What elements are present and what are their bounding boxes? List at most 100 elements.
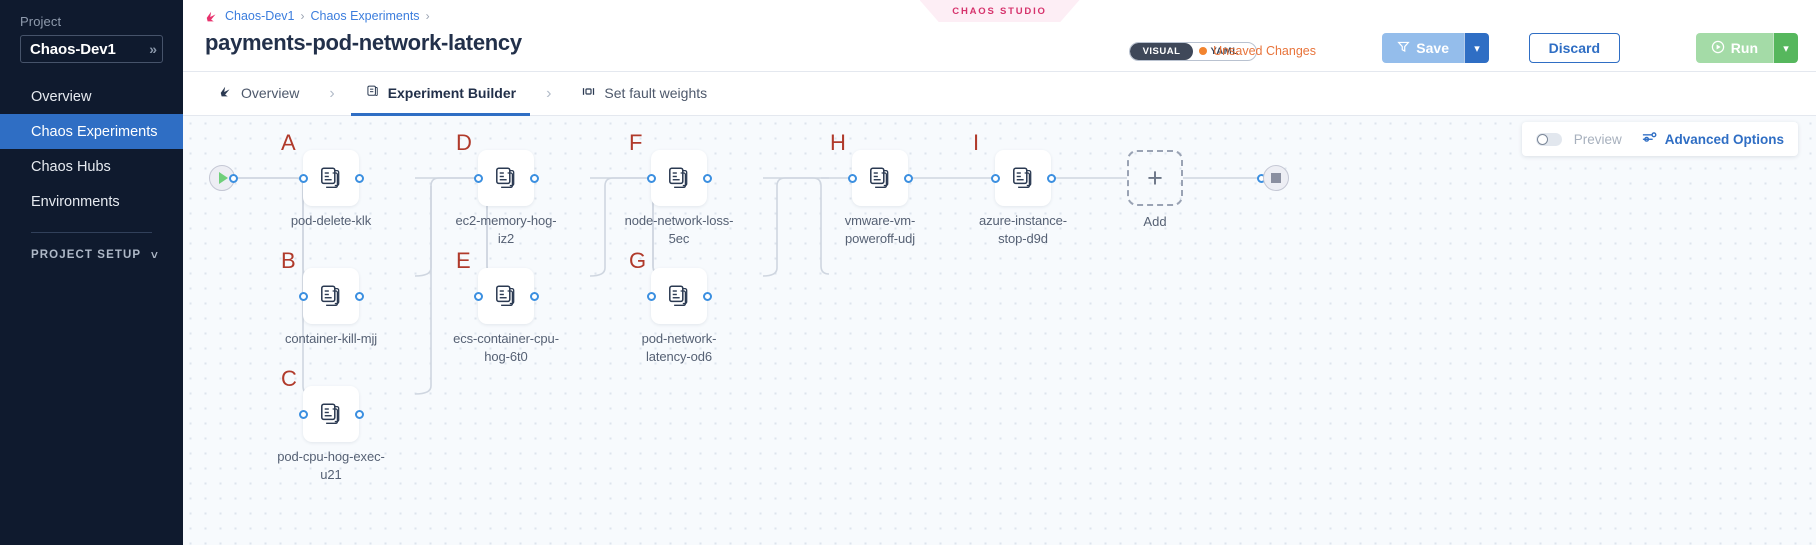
node-input-handle[interactable] (474, 292, 483, 301)
fault-node-f[interactable]: F node-network-loss-5ec (651, 150, 707, 206)
node-output-handle[interactable] (703, 174, 712, 183)
sidebar-item-environments[interactable]: Environments (0, 184, 183, 219)
sidebar-item-label: Chaos Experiments (31, 124, 158, 140)
breadcrumb-separator: › (300, 9, 304, 23)
node-input-handle[interactable] (647, 292, 656, 301)
sidebar: Project Chaos-Dev1 » Overview Chaos Expe… (0, 0, 183, 545)
fault-node-d[interactable]: D ec2-memory-hog-iz2 (478, 150, 534, 206)
breadcrumb-item-chaos-experiments[interactable]: Chaos Experiments (310, 9, 419, 23)
node-input-handle[interactable] (647, 174, 656, 183)
fault-node-e[interactable]: E ecs-container-cpu-hog-6t0 (478, 268, 534, 324)
run-button-label: Run (1731, 40, 1758, 56)
node-output-handle[interactable] (904, 174, 913, 183)
fault-node-box[interactable] (651, 150, 707, 206)
experiment-icon (365, 84, 380, 102)
sidebar-item-chaos-hubs[interactable]: Chaos Hubs (0, 149, 183, 184)
tab-separator: › (313, 72, 350, 115)
chevron-down-icon: ▾ (1474, 42, 1480, 55)
fault-icon (493, 283, 519, 309)
fault-node-h[interactable]: H vmware-vm-poweroff-udj (852, 150, 908, 206)
node-input-handle[interactable] (474, 174, 483, 183)
fault-node-box[interactable] (478, 150, 534, 206)
node-output-handle[interactable] (703, 292, 712, 301)
node-output-handle[interactable] (355, 410, 364, 419)
end-node[interactable] (1263, 165, 1289, 191)
tab-label: Overview (241, 85, 299, 101)
fault-node-g[interactable]: G pod-network-latency-od6 (651, 268, 707, 324)
node-input-handle[interactable] (299, 174, 308, 183)
run-dropdown-button[interactable]: ▾ (1773, 33, 1798, 63)
fault-icon (867, 165, 893, 191)
project-setup-section[interactable]: PROJECT SETUP ˅ (0, 248, 183, 262)
discard-button[interactable]: Discard (1529, 33, 1620, 63)
experiment-canvas[interactable]: Preview Advanced Options (183, 116, 1816, 545)
fault-node-label: azure-instance-stop-d9d (968, 212, 1078, 248)
fault-icon (318, 401, 344, 427)
play-icon (219, 172, 228, 184)
start-node-output-handle[interactable] (229, 174, 238, 183)
view-mode-visual[interactable]: VISUAL (1130, 43, 1193, 60)
filter-save-icon (1397, 40, 1410, 56)
breadcrumb: Chaos-Dev1 › Chaos Experiments › (205, 9, 430, 23)
run-button[interactable]: Run (1696, 33, 1773, 63)
fault-node-label: container-kill-mjj (276, 330, 386, 348)
preview-toggle[interactable] (1536, 133, 1562, 146)
node-letter: D (456, 132, 472, 154)
add-node-button[interactable]: + Add (1127, 150, 1183, 206)
project-selector[interactable]: Chaos-Dev1 » (20, 35, 163, 63)
advanced-options-label: Advanced Options (1665, 132, 1784, 147)
node-output-handle[interactable] (530, 292, 539, 301)
fault-node-box[interactable] (303, 386, 359, 442)
discard-button-label: Discard (1549, 40, 1600, 56)
fault-node-box[interactable] (303, 268, 359, 324)
chaos-logo-icon (219, 85, 233, 102)
project-setup-label: PROJECT SETUP (31, 249, 141, 261)
fault-node-i[interactable]: I azure-instance-stop-d9d (995, 150, 1051, 206)
node-output-handle[interactable] (355, 292, 364, 301)
stop-icon (1271, 173, 1281, 183)
save-button-label: Save (1416, 40, 1449, 56)
tab-set-fault-weights[interactable]: Set fault weights (567, 73, 721, 116)
tab-overview[interactable]: Overview (205, 73, 313, 116)
fault-node-box[interactable] (303, 150, 359, 206)
chaos-studio-badge-label: CHAOS STUDIO (952, 6, 1046, 17)
save-button[interactable]: Save (1382, 33, 1464, 63)
sidebar-item-label: Environments (31, 194, 120, 210)
node-output-handle[interactable] (1047, 174, 1056, 183)
fault-node-box[interactable] (852, 150, 908, 206)
advanced-options-button[interactable]: Advanced Options (1642, 131, 1784, 147)
tab-label: Experiment Builder (388, 85, 516, 101)
sidebar-item-overview[interactable]: Overview (0, 79, 183, 114)
fault-node-label: ecs-container-cpu-hog-6t0 (451, 330, 561, 366)
node-output-handle[interactable] (530, 174, 539, 183)
node-input-handle[interactable] (991, 174, 1000, 183)
plus-icon: + (1147, 165, 1163, 192)
page-title: payments-pod-network-latency (205, 30, 522, 56)
fault-node-box[interactable] (651, 268, 707, 324)
fault-node-box[interactable] (478, 268, 534, 324)
node-letter: I (973, 132, 979, 154)
node-input-handle[interactable] (299, 292, 308, 301)
fault-icon (318, 165, 344, 191)
save-dropdown-button[interactable]: ▾ (1464, 33, 1489, 63)
tab-label: Set fault weights (604, 85, 707, 101)
sidebar-item-chaos-experiments[interactable]: Chaos Experiments (0, 114, 183, 149)
fault-node-c[interactable]: C pod-cpu-hog-exec-u21 (303, 386, 359, 442)
tab-experiment-builder[interactable]: Experiment Builder (351, 73, 530, 116)
fault-node-a[interactable]: A pod-delete-klk (303, 150, 359, 206)
fault-node-label: node-network-loss-5ec (624, 212, 734, 248)
node-input-handle[interactable] (848, 174, 857, 183)
sidebar-item-label: Chaos Hubs (31, 159, 111, 175)
node-output-handle[interactable] (355, 174, 364, 183)
canvas-options-panel: Preview Advanced Options (1522, 122, 1798, 156)
fault-node-label: pod-delete-klk (276, 212, 386, 230)
breadcrumb-item-project[interactable]: Chaos-Dev1 (225, 9, 294, 23)
sidebar-nav: Overview Chaos Experiments Chaos Hubs En… (0, 79, 183, 219)
main-area: CHAOS STUDIO Chaos-Dev1 › Chaos Experime… (183, 0, 1816, 545)
node-letter: H (830, 132, 846, 154)
fault-icon (666, 165, 692, 191)
fault-node-box[interactable] (995, 150, 1051, 206)
node-letter: A (281, 132, 296, 154)
fault-node-b[interactable]: B container-kill-mjj (303, 268, 359, 324)
node-input-handle[interactable] (299, 410, 308, 419)
